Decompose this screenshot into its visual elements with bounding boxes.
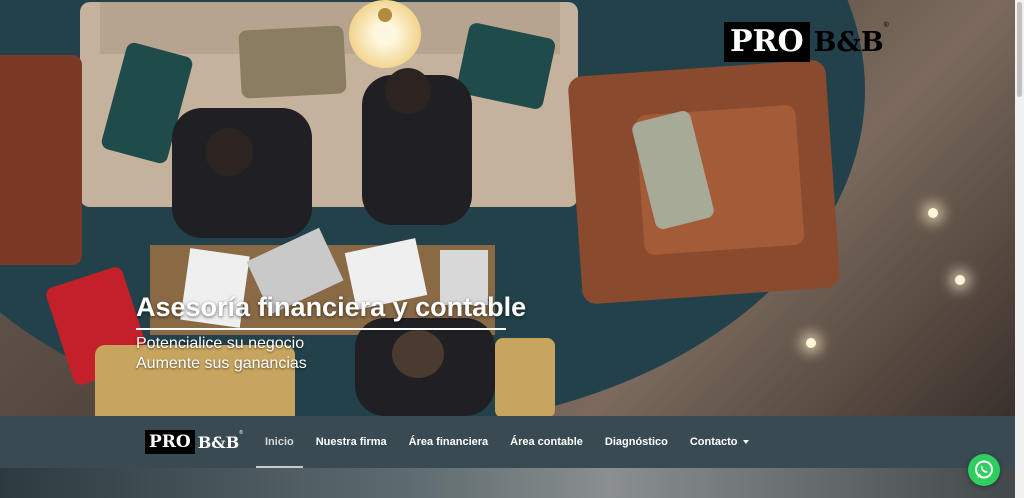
main-navbar: PRO B&B ® Inicio Nuestra firma Área fina… — [0, 416, 1015, 468]
hero-subtitle-1: Potencialice su negocio — [136, 335, 305, 352]
chair — [495, 338, 555, 416]
person-head — [205, 128, 253, 176]
whatsapp-button[interactable] — [968, 454, 1000, 486]
floor-light — [955, 275, 965, 285]
nav-item-inicio[interactable]: Inicio — [254, 416, 305, 468]
hero-logo: PRO B&B ® — [724, 22, 889, 62]
hero-title: Asesoría financiera y contable — [136, 292, 527, 322]
floor-light — [928, 208, 938, 218]
nav-item-area-contable[interactable]: Área contable — [499, 416, 594, 468]
floor-light — [806, 338, 816, 348]
registered-mark: ® — [239, 430, 243, 436]
hero-banner: PRO B&B ® Asesoría financiera y contable… — [0, 0, 1015, 416]
person-head — [385, 68, 431, 114]
navbar-logo[interactable]: PRO B&B ® — [145, 430, 243, 454]
nav-item-diagnostico[interactable]: Diagnóstico — [594, 416, 679, 468]
nav-item-nuestra-firma[interactable]: Nuestra firma — [305, 416, 398, 468]
nav-item-area-financiera[interactable]: Área financiera — [398, 416, 499, 468]
next-section-preview — [0, 468, 1015, 498]
scrollbar-thumb[interactable] — [1017, 2, 1022, 97]
logo-bb-text: B&B — [813, 26, 884, 58]
caret-down-icon — [742, 440, 749, 445]
armchair-left — [0, 55, 82, 265]
logo-pro-text: PRO — [145, 430, 195, 454]
hero-subtitle-2: Aumente sus ganancias — [136, 355, 307, 372]
hero-divider — [136, 328, 506, 330]
nav-item-contacto[interactable]: Contacto — [679, 416, 760, 468]
lamp-fixture — [378, 8, 392, 22]
logo-bb-text: B&B — [197, 432, 240, 452]
registered-mark: ® — [883, 22, 889, 29]
person-head — [392, 330, 444, 378]
logo-pro-text: PRO — [724, 22, 810, 62]
pillow — [238, 25, 347, 99]
nav-menu: Inicio Nuestra firma Área financiera Áre… — [254, 416, 760, 468]
whatsapp-icon — [975, 460, 993, 479]
person — [172, 108, 312, 238]
nav-item-contacto-label: Contacto — [689, 436, 738, 448]
